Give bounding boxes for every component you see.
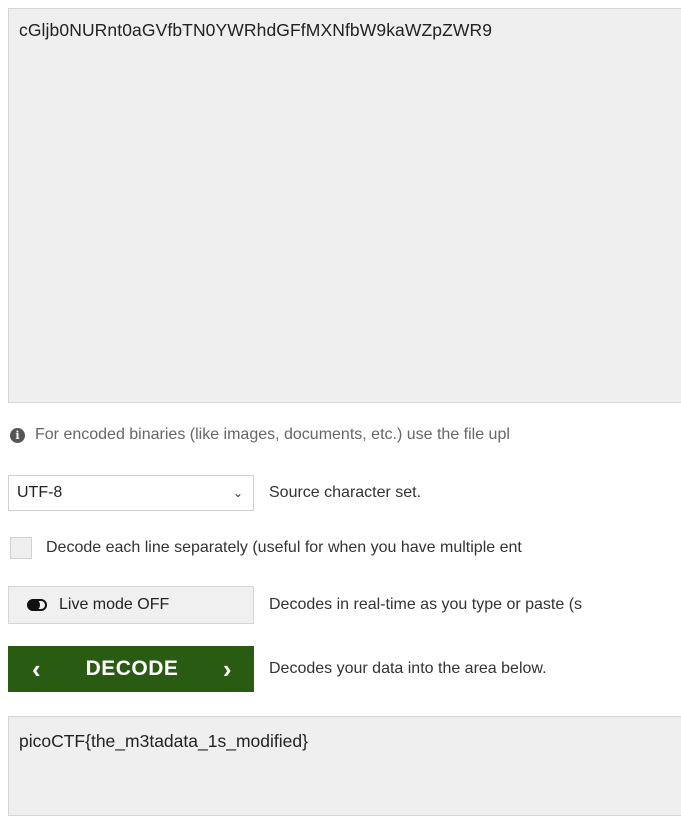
live-mode-label: Live mode OFF: [59, 596, 170, 613]
decode-lines-checkbox[interactable]: [10, 537, 32, 559]
decode-lines-label: Decode each line separately (useful for …: [46, 539, 522, 556]
toggle-off-icon: [27, 598, 47, 612]
live-mode-button[interactable]: Live mode OFF: [8, 586, 254, 624]
decode-button[interactable]: ‹ DECODE ›: [8, 646, 254, 692]
chevron-down-icon: ⌄: [232, 486, 243, 500]
live-mode-row: Live mode OFF Decodes in real-time as yo…: [8, 586, 582, 624]
note-text: For encoded binaries (like images, docum…: [35, 426, 510, 443]
chevron-right-icon: ›: [222, 654, 232, 684]
encoded-input[interactable]: cGljb0NURnt0aGVfbTN0YWRhdGFfMXNfbW9kaWZp…: [8, 8, 681, 403]
live-mode-description: Decodes in real-time as you type or past…: [269, 596, 583, 613]
decoded-output[interactable]: picoCTF{the_m3tadata_1s_modified}: [8, 716, 681, 816]
charset-select[interactable]: UTF-8 ⌄: [8, 475, 254, 511]
charset-value: UTF-8: [17, 484, 63, 501]
file-upload-note: i For encoded binaries (like images, doc…: [10, 426, 510, 444]
info-icon: i: [10, 427, 25, 443]
charset-description: Source character set.: [269, 484, 422, 501]
decode-label: DECODE: [85, 657, 179, 680]
line-option-row: Decode each line separately (useful for …: [8, 537, 522, 559]
decode-row: ‹ DECODE › Decodes your data into the ar…: [8, 646, 547, 692]
charset-row: UTF-8 ⌄ Source character set.: [8, 475, 421, 511]
chevron-left-icon: ‹: [32, 654, 42, 684]
decode-description: Decodes your data into the area below.: [269, 660, 547, 677]
